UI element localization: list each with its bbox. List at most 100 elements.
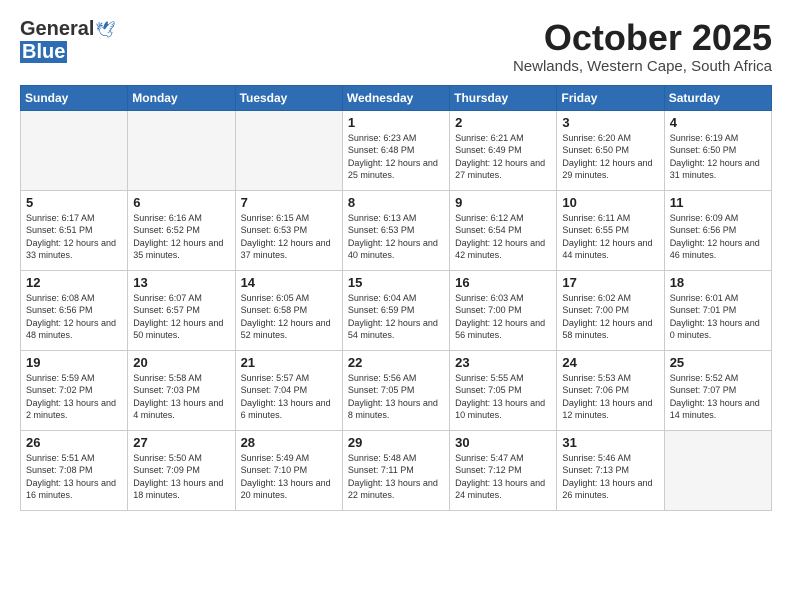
table-row: 1Sunrise: 6:23 AM Sunset: 6:48 PM Daylig…: [342, 110, 449, 190]
cell-info-text: Sunrise: 5:51 AM Sunset: 7:08 PM Dayligh…: [26, 452, 122, 502]
cell-day-number: 22: [348, 355, 444, 370]
location-title: Newlands, Western Cape, South Africa: [513, 58, 772, 75]
table-row: 31 Sunrise: 5:46 AM Sunset: 7:13 PM Dayli…: [557, 430, 664, 510]
cell-day-number: 9: [455, 195, 551, 210]
table-row: 22 Sunrise: 5:56 AM Sunset: 7:05 PM Dayli…: [342, 350, 449, 430]
table-row: 15 Sunrise: 6:04 AM Sunset: 6:59 PM Dayli…: [342, 270, 449, 350]
cell-day-number: 18: [670, 275, 766, 290]
calendar-week-row: 19Sunrise: 5:59 AM Sunset: 7:02 PM Dayli…: [21, 350, 772, 430]
calendar-header-row: Sunday Monday Tuesday Wednesday Thursday…: [21, 85, 772, 110]
col-wednesday: Wednesday: [342, 85, 449, 110]
cell-info-text: Sunrise: 6:04 AM Sunset: 6:59 PM Dayligh…: [348, 292, 444, 342]
cell-day-number: 28: [241, 435, 337, 450]
calendar-week-row: 12 Sunrise: 6:08 AM Sunset: 6:56 PM Dayli…: [21, 270, 772, 350]
col-tuesday: Tuesday: [235, 85, 342, 110]
cell-info-text: Sunrise: 5:59 AM Sunset: 7:02 PM Dayligh…: [26, 372, 122, 422]
cell-info-text: Sunrise: 5:47 AM Sunset: 7:12 PM Dayligh…: [455, 452, 551, 502]
cell-info-text: Sunrise: 6:01 AM Sunset: 7:01 PM Dayligh…: [670, 292, 766, 342]
cell-day-number: 3: [562, 115, 658, 130]
cell-info-text: Sunrise: 5:53 AM Sunset: 7:06 PM Dayligh…: [562, 372, 658, 422]
header: General 🕊 Blue October 2025 Newlands, We…: [20, 18, 772, 75]
calendar-week-row: 26Sunrise: 5:51 AM Sunset: 7:08 PM Dayli…: [21, 430, 772, 510]
table-row: [235, 110, 342, 190]
cell-day-number: 14: [241, 275, 337, 290]
table-row: 11 Sunrise: 6:09 AM Sunset: 6:56 PM Dayli…: [664, 190, 771, 270]
calendar-table: Sunday Monday Tuesday Wednesday Thursday…: [20, 85, 772, 511]
table-row: 28 Sunrise: 5:49 AM Sunset: 7:10 PM Dayli…: [235, 430, 342, 510]
table-row: 10 Sunrise: 6:11 AM Sunset: 6:55 PM Dayli…: [557, 190, 664, 270]
col-monday: Monday: [128, 85, 235, 110]
logo-blue-text: Blue: [20, 41, 67, 63]
cell-day-number: 11: [670, 195, 766, 210]
logo: General 🕊 Blue: [20, 18, 116, 64]
title-block: October 2025 Newlands, Western Cape, Sou…: [513, 18, 772, 75]
cell-info-text: Sunrise: 6:17 AM Sunset: 6:51 PM Dayligh…: [26, 212, 122, 262]
cell-day-number: 30: [455, 435, 551, 450]
col-saturday: Saturday: [664, 85, 771, 110]
cell-day-number: 8: [348, 195, 444, 210]
page: General 🕊 Blue October 2025 Newlands, We…: [0, 0, 792, 521]
cell-info-text: Sunrise: 6:19 AM Sunset: 6:50 PM Dayligh…: [670, 132, 766, 182]
cell-info-text: Sunrise: 6:11 AM Sunset: 6:55 PM Dayligh…: [562, 212, 658, 262]
cell-info-text: Sunrise: 6:05 AM Sunset: 6:58 PM Dayligh…: [241, 292, 337, 342]
cell-info-text: Sunrise: 6:21 AM Sunset: 6:49 PM Dayligh…: [455, 132, 551, 182]
cell-info-text: Sunrise: 5:49 AM Sunset: 7:10 PM Dayligh…: [241, 452, 337, 502]
cell-day-number: 7: [241, 195, 337, 210]
table-row: 7 Sunrise: 6:15 AM Sunset: 6:53 PM Daylig…: [235, 190, 342, 270]
table-row: 2 Sunrise: 6:21 AM Sunset: 6:49 PM Daylig…: [450, 110, 557, 190]
logo-general-text: General: [20, 18, 94, 41]
cell-info-text: Sunrise: 5:55 AM Sunset: 7:05 PM Dayligh…: [455, 372, 551, 422]
cell-day-number: 31: [562, 435, 658, 450]
table-row: 12 Sunrise: 6:08 AM Sunset: 6:56 PM Dayli…: [21, 270, 128, 350]
cell-day-number: 13: [133, 275, 229, 290]
cell-info-text: Sunrise: 5:48 AM Sunset: 7:11 PM Dayligh…: [348, 452, 444, 502]
table-row: 21Sunrise: 5:57 AM Sunset: 7:04 PM Dayli…: [235, 350, 342, 430]
cell-info-text: Sunrise: 6:23 AM Sunset: 6:48 PM Dayligh…: [348, 132, 444, 182]
cell-day-number: 20: [133, 355, 229, 370]
cell-day-number: 17: [562, 275, 658, 290]
table-row: 4 Sunrise: 6:19 AM Sunset: 6:50 PM Daylig…: [664, 110, 771, 190]
cell-day-number: 25: [670, 355, 766, 370]
cell-info-text: Sunrise: 5:56 AM Sunset: 7:05 PM Dayligh…: [348, 372, 444, 422]
cell-info-text: Sunrise: 6:07 AM Sunset: 6:57 PM Dayligh…: [133, 292, 229, 342]
table-row: 8 Sunrise: 6:13 AM Sunset: 6:53 PM Daylig…: [342, 190, 449, 270]
cell-info-text: Sunrise: 6:16 AM Sunset: 6:52 PM Dayligh…: [133, 212, 229, 262]
cell-info-text: Sunrise: 5:46 AM Sunset: 7:13 PM Dayligh…: [562, 452, 658, 502]
table-row: 19Sunrise: 5:59 AM Sunset: 7:02 PM Dayli…: [21, 350, 128, 430]
logo-bird-icon: 🕊: [95, 20, 115, 40]
cell-info-text: Sunrise: 5:52 AM Sunset: 7:07 PM Dayligh…: [670, 372, 766, 422]
cell-day-number: 23: [455, 355, 551, 370]
table-row: 23 Sunrise: 5:55 AM Sunset: 7:05 PM Dayli…: [450, 350, 557, 430]
table-row: 5 Sunrise: 6:17 AM Sunset: 6:51 PM Daylig…: [21, 190, 128, 270]
month-title: October 2025: [513, 18, 772, 58]
cell-info-text: Sunrise: 6:12 AM Sunset: 6:54 PM Dayligh…: [455, 212, 551, 262]
cell-day-number: 10: [562, 195, 658, 210]
table-row: [21, 110, 128, 190]
table-row: 27Sunrise: 5:50 AM Sunset: 7:09 PM Dayli…: [128, 430, 235, 510]
col-sunday: Sunday: [21, 85, 128, 110]
cell-day-number: 12: [26, 275, 122, 290]
table-row: 26Sunrise: 5:51 AM Sunset: 7:08 PM Dayli…: [21, 430, 128, 510]
table-row: 20 Sunrise: 5:58 AM Sunset: 7:03 PM Dayli…: [128, 350, 235, 430]
cell-day-number: 15: [348, 275, 444, 290]
calendar-week-row: 5 Sunrise: 6:17 AM Sunset: 6:51 PM Daylig…: [21, 190, 772, 270]
table-row: 3Sunrise: 6:20 AM Sunset: 6:50 PM Daylig…: [557, 110, 664, 190]
cell-day-number: 4: [670, 115, 766, 130]
cell-info-text: Sunrise: 6:13 AM Sunset: 6:53 PM Dayligh…: [348, 212, 444, 262]
cell-day-number: 6: [133, 195, 229, 210]
cell-info-text: Sunrise: 5:58 AM Sunset: 7:03 PM Dayligh…: [133, 372, 229, 422]
cell-day-number: 5: [26, 195, 122, 210]
table-row: 6 Sunrise: 6:16 AM Sunset: 6:52 PM Daylig…: [128, 190, 235, 270]
cell-info-text: Sunrise: 6:15 AM Sunset: 6:53 PM Dayligh…: [241, 212, 337, 262]
cell-info-text: Sunrise: 6:09 AM Sunset: 6:56 PM Dayligh…: [670, 212, 766, 262]
table-row: 30 Sunrise: 5:47 AM Sunset: 7:12 PM Dayli…: [450, 430, 557, 510]
table-row: 24Sunrise: 5:53 AM Sunset: 7:06 PM Dayli…: [557, 350, 664, 430]
cell-info-text: Sunrise: 6:03 AM Sunset: 7:00 PM Dayligh…: [455, 292, 551, 342]
cell-day-number: 2: [455, 115, 551, 130]
cell-day-number: 29: [348, 435, 444, 450]
cell-info-text: Sunrise: 5:57 AM Sunset: 7:04 PM Dayligh…: [241, 372, 337, 422]
table-row: 29 Sunrise: 5:48 AM Sunset: 7:11 PM Dayli…: [342, 430, 449, 510]
table-row: [664, 430, 771, 510]
col-thursday: Thursday: [450, 85, 557, 110]
cell-info-text: Sunrise: 6:08 AM Sunset: 6:56 PM Dayligh…: [26, 292, 122, 342]
